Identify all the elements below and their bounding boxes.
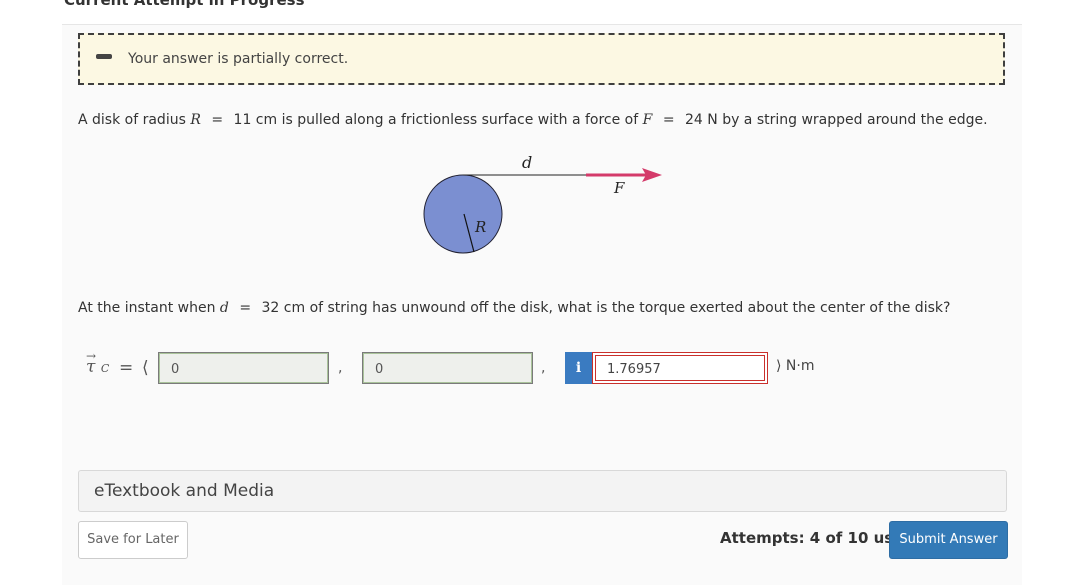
save-for-later-button[interactable]: Save for Later xyxy=(78,521,188,559)
feedback-alert: Your answer is partially correct. xyxy=(78,33,1005,85)
var-R: R xyxy=(190,112,201,128)
torque-symbol: → τ C xyxy=(86,349,110,377)
comma: , xyxy=(541,360,546,376)
comma: , xyxy=(338,360,343,376)
submit-answer-button[interactable]: Submit Answer xyxy=(889,521,1008,559)
var-d: d xyxy=(219,300,229,316)
torque-z-input-wrapper: 1.76957 xyxy=(592,352,768,384)
unit-label: ⟩ N·m xyxy=(776,358,815,374)
label-d: d xyxy=(522,153,532,172)
attempts-counter: Attempts: 4 of 10 used xyxy=(720,529,915,547)
info-icon[interactable]: i xyxy=(565,352,592,384)
open-angle-bracket: ⟨ xyxy=(142,358,149,378)
equals-sign: = xyxy=(662,112,675,128)
alert-message: Your answer is partially correct. xyxy=(128,51,349,67)
vector-arrow-icon: → xyxy=(86,349,97,363)
var-F: F xyxy=(642,112,653,128)
minus-icon xyxy=(96,54,112,59)
prompt-part1: At the instant when xyxy=(78,300,216,316)
torque-z-input[interactable]: 1.76957 xyxy=(595,355,765,381)
label-F: F xyxy=(613,179,625,197)
etextbook-media-panel[interactable]: eTextbook and Media xyxy=(78,470,1007,512)
tau-subscript: C xyxy=(100,362,110,375)
question-R-value: 11 cm is pulled along a frictionless sur… xyxy=(233,112,639,128)
label-R: R xyxy=(474,218,486,236)
equals-sign: = xyxy=(239,300,252,316)
disk-diagram: d F R xyxy=(423,153,662,254)
prompt-rest: 32 cm of string has unwound off the disk… xyxy=(261,300,951,316)
prompt-text: At the instant when d = 32 cm of string … xyxy=(78,300,950,316)
question-F-value: 24 N by a string wrapped around the edge… xyxy=(685,112,988,128)
equals-sign: = xyxy=(119,358,134,378)
equals-sign: = xyxy=(211,112,224,128)
section-title: Current Attempt in Progress xyxy=(64,0,305,9)
question-part1: A disk of radius xyxy=(78,112,186,128)
etextbook-media-label: eTextbook and Media xyxy=(94,481,275,501)
question-text: A disk of radius R = 11 cm is pulled alo… xyxy=(78,112,988,128)
torque-x-input[interactable]: 0 xyxy=(158,352,329,384)
disk xyxy=(423,174,503,254)
torque-y-input[interactable]: 0 xyxy=(362,352,533,384)
